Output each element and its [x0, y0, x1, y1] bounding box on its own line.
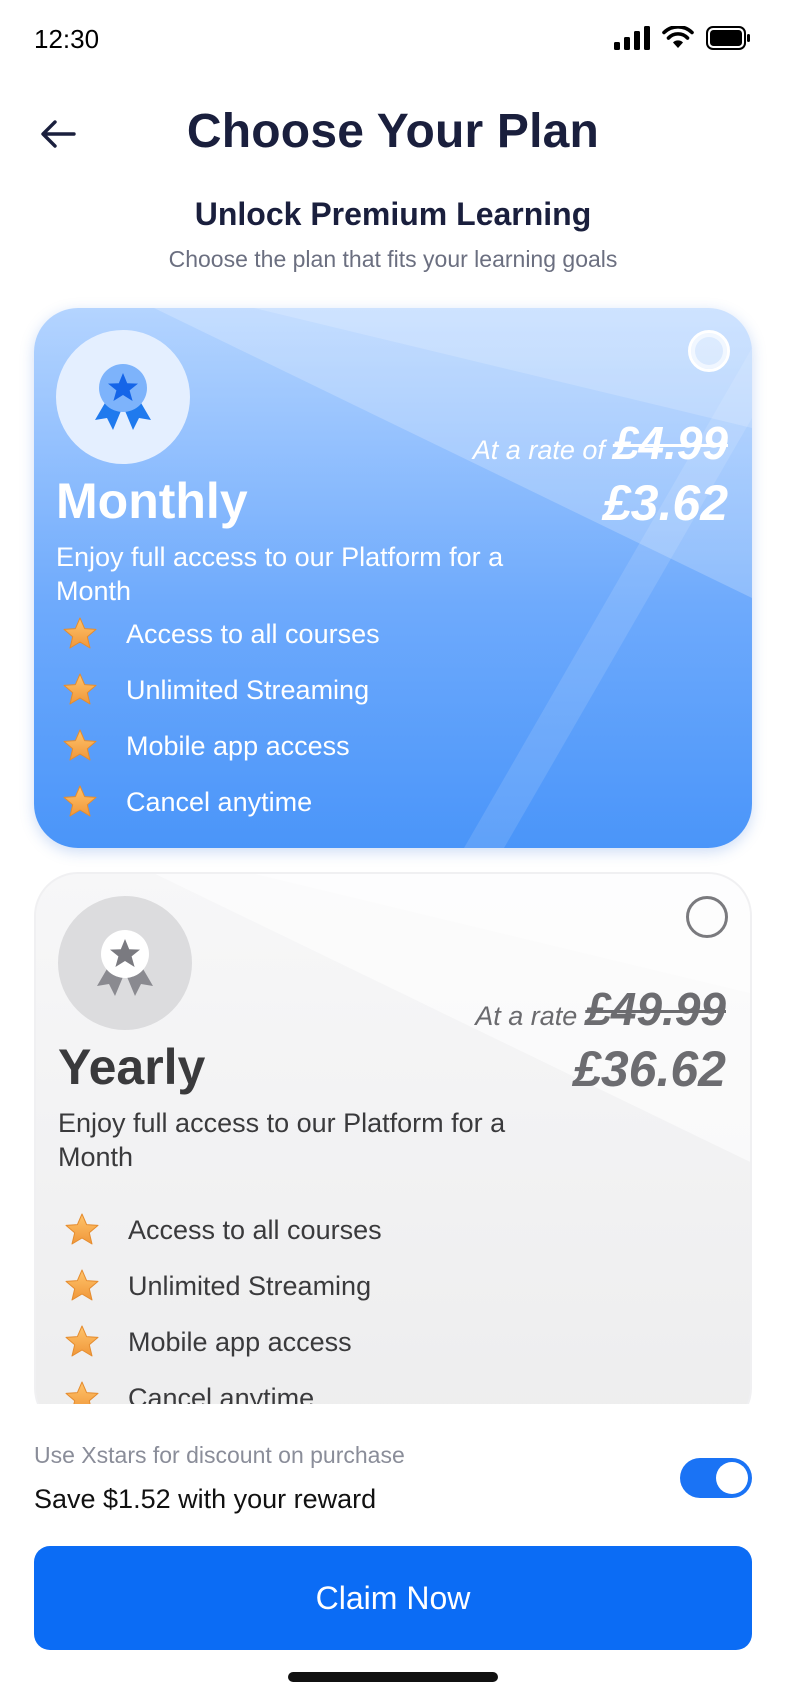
section-title: Unlock Premium Learning: [194, 196, 592, 232]
rate-label: At a rate of: [472, 435, 605, 465]
wifi-icon: [662, 26, 694, 48]
star-icon: [62, 672, 98, 708]
star-icon: [62, 728, 98, 764]
rate-label: At a rate: [475, 1001, 578, 1031]
plan-card-monthly[interactable]: At a rate of £4.99 £3.62 Monthly Enjoy f…: [34, 308, 752, 848]
plan-description: Enjoy full access to our Platform for a …: [56, 542, 504, 606]
star-icon: [64, 1268, 100, 1304]
cellular-signal-icon: [614, 26, 650, 50]
star-icon: [64, 1324, 100, 1360]
plan-radio-monthly[interactable]: [688, 330, 730, 372]
section-subtitle: Choose the plan that fits your learning …: [168, 246, 618, 272]
feature-text: Cancel anytime: [126, 786, 313, 817]
star-icon: [64, 1212, 100, 1248]
plan-name: Monthly: [56, 473, 248, 529]
feature-item: Unlimited Streaming: [62, 662, 380, 718]
price-block: At a rate £49.99 £36.62: [475, 982, 726, 1098]
new-price: £36.62: [573, 1041, 726, 1097]
plan-name: Yearly: [58, 1039, 206, 1095]
status-bar: 12:30: [0, 0, 786, 80]
old-price: £49.99: [585, 983, 726, 1035]
feature-text: Access to all courses: [126, 618, 380, 649]
bottom-panel: Use Xstars for discount on purchase Save…: [0, 1404, 786, 1704]
feature-item: Access to all courses: [62, 606, 380, 662]
feature-list: Access to all courses Unlimited Streamin…: [62, 606, 380, 830]
battery-icon: [706, 26, 750, 50]
feature-item: Mobile app access: [62, 718, 380, 774]
reward-toggle[interactable]: [680, 1458, 752, 1498]
feature-item: Unlimited Streaming: [64, 1258, 382, 1314]
feature-text: Access to all courses: [128, 1214, 382, 1245]
price-block: At a rate of £4.99 £3.62: [473, 416, 728, 532]
award-ribbon-icon: [97, 930, 153, 996]
feature-text: Mobile app access: [128, 1326, 352, 1357]
feature-text: Unlimited Streaming: [128, 1270, 372, 1301]
star-icon: [62, 784, 98, 820]
reward-hint: Use Xstars for discount on purchase: [34, 1442, 405, 1468]
claim-now-button[interactable]: Claim Now: [34, 1546, 752, 1650]
toggle-knob: [716, 1462, 748, 1494]
home-indicator: [288, 1672, 498, 1682]
feature-item: Cancel anytime: [62, 774, 380, 830]
star-icon: [62, 616, 98, 652]
plan-radio-yearly[interactable]: [686, 896, 728, 938]
plan-badge: [58, 896, 192, 1030]
feature-text: Unlimited Streaming: [126, 674, 370, 705]
feature-item: Mobile app access: [64, 1314, 382, 1370]
plan-card-yearly[interactable]: At a rate £49.99 £36.62 Yearly Enjoy ful…: [34, 872, 752, 1432]
feature-item: Access to all courses: [64, 1202, 382, 1258]
new-price: £3.62: [602, 475, 728, 531]
page-title: Choose Your Plan: [186, 105, 600, 158]
status-icons: [614, 26, 752, 50]
reward-text: Save $1.52 with your reward: [34, 1484, 377, 1514]
status-time: 12:30: [34, 24, 100, 54]
feature-text: Mobile app access: [126, 730, 350, 761]
plan-description: Enjoy full access to our Platform for a …: [58, 1108, 506, 1172]
old-price: £4.99: [612, 417, 728, 469]
feature-list: Access to all courses Unlimited Streamin…: [64, 1202, 382, 1426]
award-ribbon-icon: [95, 364, 151, 430]
plan-badge: [56, 330, 190, 464]
